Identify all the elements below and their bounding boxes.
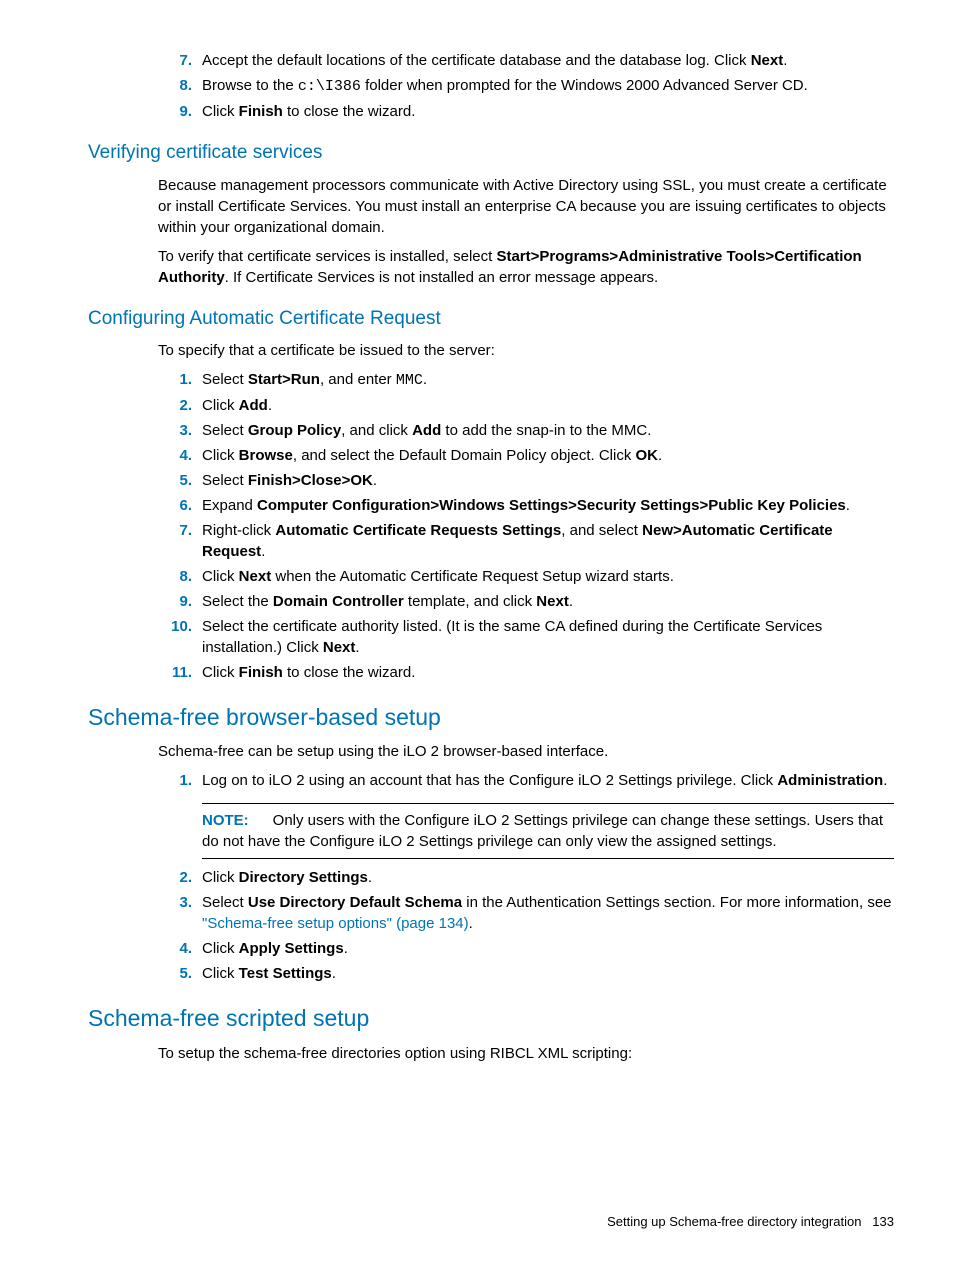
list-number: 11. — [158, 662, 202, 683]
list-item: 8.Click Next when the Automatic Certific… — [158, 566, 894, 587]
list-number: 2. — [158, 867, 202, 888]
list-text: Click Next when the Automatic Certificat… — [202, 566, 894, 587]
list-number: 9. — [158, 101, 202, 122]
browser-setup-list1: 1.Log on to iLO 2 using an account that … — [158, 770, 894, 791]
browser-setup-list2: 2.Click Directory Settings.3.Select Use … — [158, 867, 894, 984]
page-root: 7.Accept the default locations of the ce… — [0, 0, 954, 1271]
verifying-p1: Because management processors communicat… — [158, 175, 894, 238]
footer-page: 133 — [872, 1214, 894, 1229]
page-footer: Setting up Schema-free directory integra… — [607, 1213, 894, 1231]
list-item: 10.Select the certificate authority list… — [158, 616, 894, 658]
list-text: Select the certificate authority listed.… — [202, 616, 894, 658]
list-item: 1.Log on to iLO 2 using an account that … — [158, 770, 894, 791]
list-text: Click Directory Settings. — [202, 867, 894, 888]
list-item: 5.Click Test Settings. — [158, 963, 894, 984]
list-number: 8. — [158, 566, 202, 587]
list-item: 11.Click Finish to close the wizard. — [158, 662, 894, 683]
note-wrapper: NOTE:Only users with the Configure iLO 2… — [158, 795, 894, 867]
list-item: 1.Select Start>Run, and enter MMC. — [158, 369, 894, 391]
list-item: 4.Click Apply Settings. — [158, 938, 894, 959]
list-text: Select the Domain Controller template, a… — [202, 591, 894, 612]
scripted-setup-intro: To setup the schema-free directories opt… — [158, 1043, 894, 1064]
list-text: Select Finish>Close>OK. — [202, 470, 894, 491]
list-text: Expand Computer Configuration>Windows Se… — [202, 495, 894, 516]
list-item: 9.Click Finish to close the wizard. — [158, 101, 894, 122]
list-number: 3. — [158, 420, 202, 441]
list-text: Accept the default locations of the cert… — [202, 50, 894, 71]
list-number: 7. — [158, 50, 202, 71]
list-number: 4. — [158, 445, 202, 466]
note-label: NOTE: — [202, 812, 273, 829]
note-box: NOTE:Only users with the Configure iLO 2… — [202, 803, 894, 859]
list-text: Select Group Policy, and click Add to ad… — [202, 420, 894, 441]
list-text: Log on to iLO 2 using an account that ha… — [202, 770, 894, 791]
configuring-intro: To specify that a certificate be issued … — [158, 340, 894, 361]
list-text: Select Start>Run, and enter MMC. — [202, 369, 894, 391]
top-ordered-list: 7.Accept the default locations of the ce… — [158, 50, 894, 122]
list-text: Click Apply Settings. — [202, 938, 894, 959]
list-number: 3. — [158, 892, 202, 934]
list-text: Click Add. — [202, 395, 894, 416]
list-text: Click Browse, and select the Default Dom… — [202, 445, 894, 466]
verifying-p2: To verify that certificate services is i… — [158, 246, 894, 288]
list-number: 2. — [158, 395, 202, 416]
list-number: 1. — [158, 770, 202, 791]
list-number: 8. — [158, 75, 202, 97]
list-text: Select Use Directory Default Schema in t… — [202, 892, 894, 934]
list-number: 5. — [158, 963, 202, 984]
list-number: 6. — [158, 495, 202, 516]
list-item: 9.Select the Domain Controller template,… — [158, 591, 894, 612]
list-text: Click Finish to close the wizard. — [202, 101, 894, 122]
list-item: 7.Accept the default locations of the ce… — [158, 50, 894, 71]
list-item: 8.Browse to the c:\I386 folder when prom… — [158, 75, 894, 97]
list-number: 9. — [158, 591, 202, 612]
heading-browser-setup: Schema-free browser-based setup — [88, 701, 894, 733]
list-text: Click Test Settings. — [202, 963, 894, 984]
list-number: 5. — [158, 470, 202, 491]
list-number: 4. — [158, 938, 202, 959]
list-text: Browse to the c:\I386 folder when prompt… — [202, 75, 894, 97]
configuring-list: 1.Select Start>Run, and enter MMC.2.Clic… — [158, 369, 894, 683]
heading-configuring: Configuring Automatic Certificate Reques… — [88, 306, 894, 333]
list-item: 7.Right-click Automatic Certificate Requ… — [158, 520, 894, 562]
list-item: 5.Select Finish>Close>OK. — [158, 470, 894, 491]
heading-verifying: Verifying certificate services — [88, 140, 894, 167]
heading-scripted-setup: Schema-free scripted setup — [88, 1002, 894, 1034]
list-item: 3.Select Group Policy, and click Add to … — [158, 420, 894, 441]
list-text: Click Finish to close the wizard. — [202, 662, 894, 683]
list-item: 2.Click Directory Settings. — [158, 867, 894, 888]
browser-setup-intro: Schema-free can be setup using the iLO 2… — [158, 741, 894, 762]
list-number: 7. — [158, 520, 202, 562]
list-item: 3.Select Use Directory Default Schema in… — [158, 892, 894, 934]
list-item: 2.Click Add. — [158, 395, 894, 416]
list-item: 4.Click Browse, and select the Default D… — [158, 445, 894, 466]
list-text: Right-click Automatic Certificate Reques… — [202, 520, 894, 562]
note-text: Only users with the Configure iLO 2 Sett… — [202, 812, 883, 850]
list-number: 1. — [158, 369, 202, 391]
list-number: 10. — [158, 616, 202, 658]
list-item: 6.Expand Computer Configuration>Windows … — [158, 495, 894, 516]
footer-text: Setting up Schema-free directory integra… — [607, 1214, 861, 1229]
